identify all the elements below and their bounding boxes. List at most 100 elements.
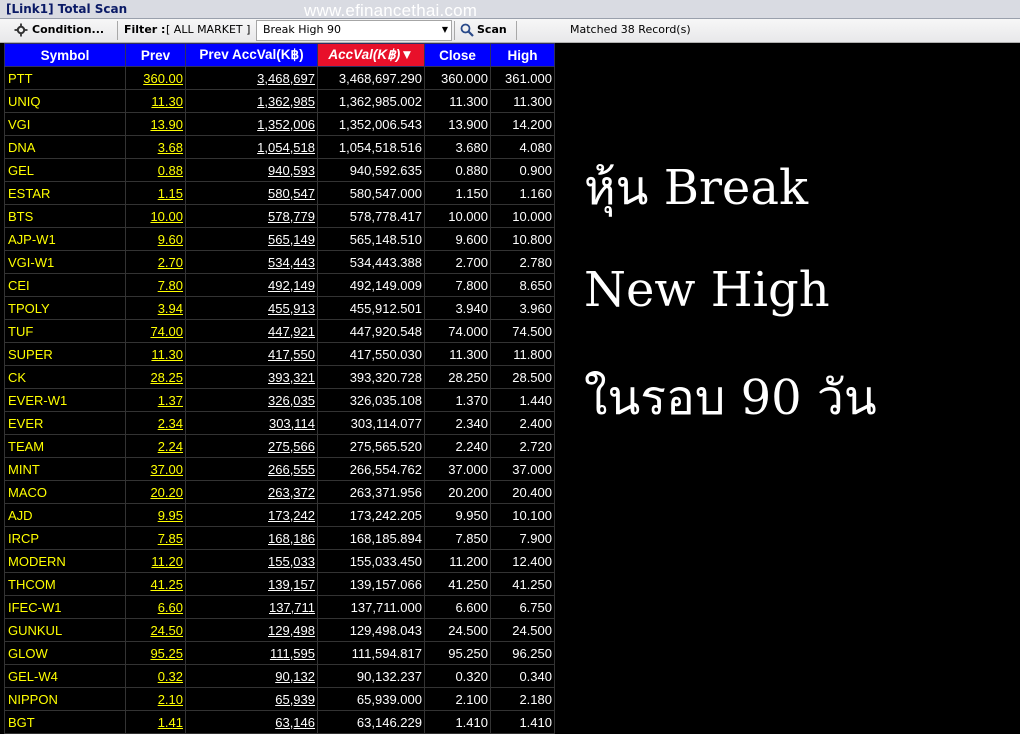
table-cell-prev-accval[interactable]: 129,498 [185,618,318,642]
table-cell-symbol[interactable]: EVER [4,411,126,435]
table-cell-prev-accval[interactable]: 90,132 [185,664,318,688]
column-header-symbol[interactable]: Symbol [4,43,126,67]
table-row[interactable]: MODERN 11.20 155,033 155,033.450 11.200 12.40… [4,549,555,573]
table-cell-prev-accval[interactable]: 326,035 [185,388,318,412]
table-cell-symbol[interactable]: IRCP [4,526,126,550]
table-cell-prev-accval[interactable]: 940,593 [185,158,318,182]
table-cell-prev[interactable]: 360.00 [125,66,186,90]
table-row[interactable]: TUF 74.00 447,921 447,920.548 74.000 74.500 [4,319,555,343]
table-cell-prev[interactable]: 1.37 [125,388,186,412]
table-cell-prev-accval[interactable]: 417,550 [185,342,318,366]
chevron-down-icon[interactable]: ▼ [442,25,448,34]
table-cell-prev[interactable]: 1.15 [125,181,186,205]
column-header-high[interactable]: High [490,43,555,67]
table-row[interactable]: EVER 2.34 303,114 303,114.077 2.340 2.400 [4,411,555,435]
table-cell-symbol[interactable]: TEAM [4,434,126,458]
column-header-prev[interactable]: Prev [125,43,186,67]
table-row[interactable]: UNIQ 11.30 1,362,985 1,362,985.002 11.300 11.… [4,89,555,113]
table-row[interactable]: IRCP 7.85 168,186 168,185.894 7.850 7.900 [4,526,555,550]
table-cell-symbol[interactable]: MINT [4,457,126,481]
table-cell-prev[interactable]: 74.00 [125,319,186,343]
table-cell-prev-accval[interactable]: 303,114 [185,411,318,435]
table-cell-prev[interactable]: 95.25 [125,641,186,665]
scan-condition-select[interactable]: Break High 90 ▼ [256,20,452,41]
table-cell-symbol[interactable]: TPOLY [4,296,126,320]
table-row[interactable]: PTT 360.00 3,468,697 3,468,697.290 360.000 36… [4,66,555,90]
table-cell-prev-accval[interactable]: 393,321 [185,365,318,389]
table-row[interactable]: MACO 20.20 263,372 263,371.956 20.200 20.400 [4,480,555,504]
table-cell-prev-accval[interactable]: 137,711 [185,595,318,619]
table-row[interactable]: BTS 10.00 578,779 578,778.417 10.000 10.000 [4,204,555,228]
table-cell-prev[interactable]: 11.30 [125,89,186,113]
table-cell-symbol[interactable]: IFEC-W1 [4,595,126,619]
table-cell-symbol[interactable]: GEL-W4 [4,664,126,688]
table-cell-prev-accval[interactable]: 1,362,985 [185,89,318,113]
table-cell-symbol[interactable]: DNA [4,135,126,159]
table-row[interactable]: GEL 0.88 940,593 940,592.635 0.880 0.900 [4,158,555,182]
table-cell-prev[interactable]: 3.94 [125,296,186,320]
table-cell-symbol[interactable]: THCOM [4,572,126,596]
table-row[interactable]: DNA 3.68 1,054,518 1,054,518.516 3.680 4.080 [4,135,555,159]
condition-button[interactable]: Condition... [14,21,104,39]
table-cell-prev-accval[interactable]: 1,054,518 [185,135,318,159]
table-cell-symbol[interactable]: VGI-W1 [4,250,126,274]
table-cell-prev[interactable]: 7.85 [125,526,186,550]
table-cell-symbol[interactable]: ESTAR [4,181,126,205]
table-cell-prev-accval[interactable]: 266,555 [185,457,318,481]
table-cell-prev-accval[interactable]: 168,186 [185,526,318,550]
table-row[interactable]: THCOM 41.25 139,157 139,157.066 41.250 41.250 [4,572,555,596]
table-cell-symbol[interactable]: CK [4,365,126,389]
table-cell-prev[interactable]: 2.34 [125,411,186,435]
table-cell-prev-accval[interactable]: 263,372 [185,480,318,504]
table-cell-prev[interactable]: 3.68 [125,135,186,159]
table-cell-prev[interactable]: 1.41 [125,710,186,734]
table-cell-prev[interactable]: 11.20 [125,549,186,573]
table-cell-symbol[interactable]: MODERN [4,549,126,573]
table-cell-symbol[interactable]: MACO [4,480,126,504]
table-cell-symbol[interactable]: GEL [4,158,126,182]
table-cell-symbol[interactable]: BGT [4,710,126,734]
table-cell-prev[interactable]: 6.60 [125,595,186,619]
table-cell-prev[interactable]: 9.60 [125,227,186,251]
table-row[interactable]: VGI-W1 2.70 534,443 534,443.388 2.700 2.780 [4,250,555,274]
table-cell-prev-accval[interactable]: 173,242 [185,503,318,527]
table-row[interactable]: BGT 1.41 63,146 63,146.229 1.410 1.410 [4,710,555,734]
table-row[interactable]: SUPER 11.30 417,550 417,550.030 11.300 11.800 [4,342,555,366]
table-cell-symbol[interactable]: VGI [4,112,126,136]
table-cell-prev[interactable]: 2.24 [125,434,186,458]
table-cell-prev-accval[interactable]: 580,547 [185,181,318,205]
table-cell-symbol[interactable]: NIPPON [4,687,126,711]
table-row[interactable]: VGI 13.90 1,352,006 1,352,006.543 13.900 14.2… [4,112,555,136]
table-cell-prev[interactable]: 20.20 [125,480,186,504]
table-row[interactable]: TEAM 2.24 275,566 275,565.520 2.240 2.720 [4,434,555,458]
table-cell-prev[interactable]: 2.10 [125,687,186,711]
table-cell-symbol[interactable]: UNIQ [4,89,126,113]
table-row[interactable]: GEL-W4 0.32 90,132 90,132.237 0.320 0.340 [4,664,555,688]
column-header-accval[interactable]: AccVal(K฿)▼ [317,43,425,67]
scan-button[interactable]: Scan [460,21,507,39]
table-cell-prev-accval[interactable]: 578,779 [185,204,318,228]
table-row[interactable]: TPOLY 3.94 455,913 455,912.501 3.940 3.960 [4,296,555,320]
table-cell-prev-accval[interactable]: 275,566 [185,434,318,458]
table-cell-prev[interactable]: 9.95 [125,503,186,527]
market-filter[interactable]: [ ALL MARKET ] [166,21,250,39]
table-cell-prev[interactable]: 28.25 [125,365,186,389]
table-cell-prev-accval[interactable]: 447,921 [185,319,318,343]
column-header-close[interactable]: Close [424,43,491,67]
table-cell-prev-accval[interactable]: 492,149 [185,273,318,297]
table-cell-prev-accval[interactable]: 455,913 [185,296,318,320]
table-cell-symbol[interactable]: SUPER [4,342,126,366]
table-cell-prev[interactable]: 0.32 [125,664,186,688]
table-cell-symbol[interactable]: GUNKUL [4,618,126,642]
table-cell-symbol[interactable]: AJP-W1 [4,227,126,251]
table-cell-prev-accval[interactable]: 155,033 [185,549,318,573]
table-cell-prev-accval[interactable]: 63,146 [185,710,318,734]
table-row[interactable]: GLOW 95.25 111,595 111,594.817 95.250 96.250 [4,641,555,665]
table-cell-prev[interactable]: 24.50 [125,618,186,642]
table-cell-prev-accval[interactable]: 1,352,006 [185,112,318,136]
table-cell-symbol[interactable]: PTT [4,66,126,90]
table-cell-prev-accval[interactable]: 65,939 [185,687,318,711]
table-cell-symbol[interactable]: CEI [4,273,126,297]
table-cell-symbol[interactable]: EVER-W1 [4,388,126,412]
table-row[interactable]: AJD 9.95 173,242 173,242.205 9.950 10.100 [4,503,555,527]
